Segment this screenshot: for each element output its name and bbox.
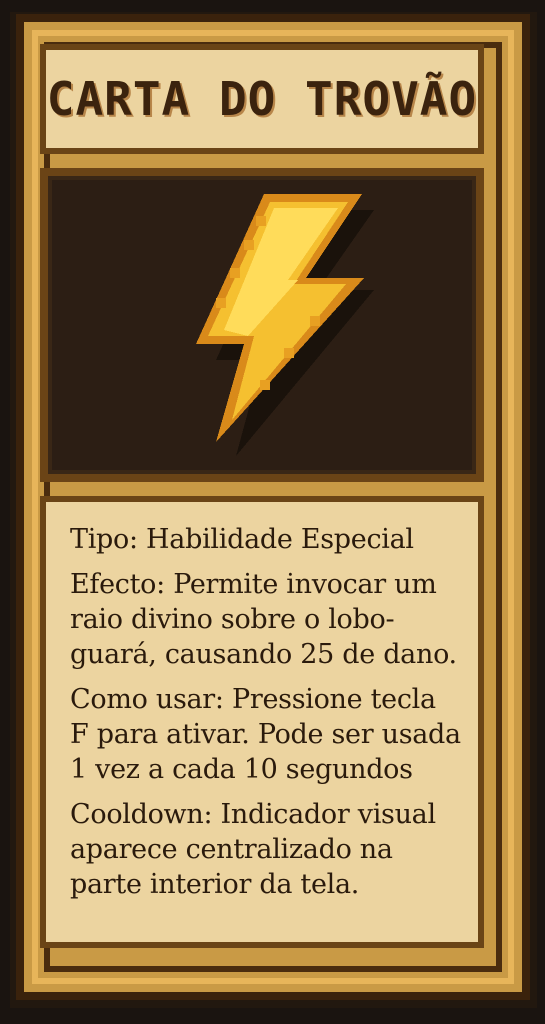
card-usage-text: Como usar: Pressione tecla F para ativar… — [70, 684, 461, 785]
card-effect-text: Efecto: Permite invocar um raio divino s… — [70, 569, 457, 670]
lightning-bolt-icon — [196, 194, 374, 456]
card-art-panel — [40, 168, 484, 482]
card-type-text: Tipo: Habilidade Especial — [70, 524, 414, 555]
card-description-panel: Tipo: Habilidade Especial Efecto: Permit… — [40, 496, 484, 948]
card-title-plate: CARTA DO TROVÃO — [40, 44, 484, 154]
card-cooldown-text: Cooldown: Indicador visual aparece centr… — [70, 799, 436, 900]
card-title: CARTA DO TROVÃO — [46, 72, 478, 126]
